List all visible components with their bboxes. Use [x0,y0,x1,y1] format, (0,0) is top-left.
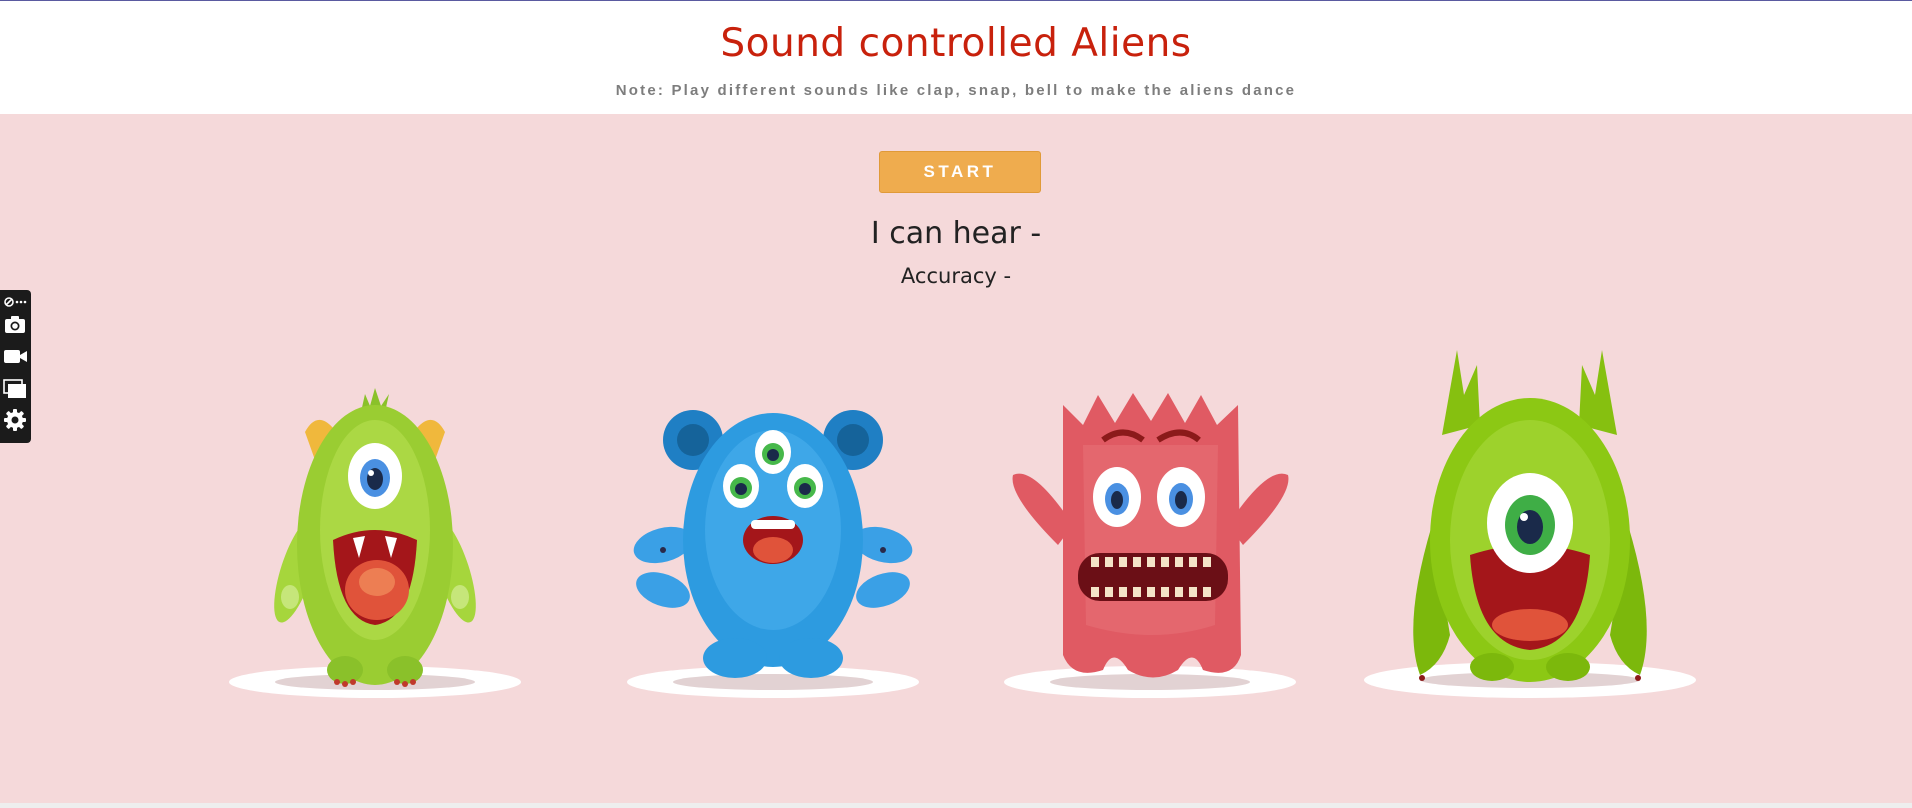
page-header: Sound controlled Aliens Note: Play diffe… [0,1,1912,114]
heard-sound-label: I can hear - [870,216,1042,251]
bottom-bar [0,803,1912,808]
page-note: Note: Play different sounds like clap, s… [615,82,1297,99]
gear-icon[interactable] [2,407,28,433]
extension-icon[interactable] [2,293,28,311]
accuracy-label: Accuracy - [900,264,1012,288]
blue-three-eyed-alien[interactable] [623,390,923,700]
windows-icon[interactable] [2,375,28,401]
page-title: Sound controlled Aliens [720,21,1192,66]
green-one-eyed-alien[interactable] [225,380,525,700]
camera-icon[interactable] [2,311,28,337]
start-button[interactable]: START [879,151,1041,193]
red-furry-alien[interactable] [1003,385,1303,700]
screen-capture-toolbar [0,290,31,443]
video-icon[interactable] [2,343,28,369]
green-tall-alien[interactable] [1362,345,1702,700]
